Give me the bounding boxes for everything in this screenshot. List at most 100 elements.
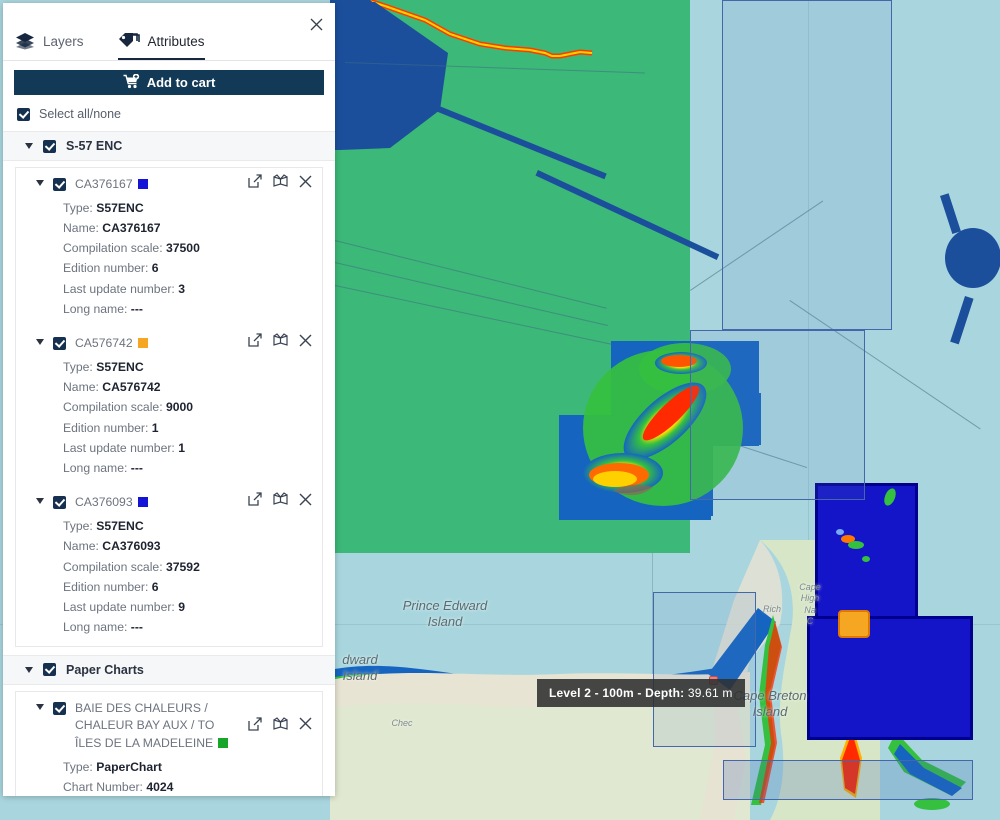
item-title: BAIE DES CHALEURS / CHALEUR BAY AUX / TO… bbox=[75, 700, 244, 753]
close-icon[interactable] bbox=[307, 15, 325, 33]
selection-rect[interactable] bbox=[723, 760, 973, 800]
attribute-label: Long name: bbox=[63, 461, 127, 475]
group-header-paper-charts[interactable]: Paper Charts bbox=[3, 655, 335, 685]
attribute-value: S57ENC bbox=[96, 201, 143, 215]
map-book-icon[interactable] bbox=[273, 333, 288, 347]
attribute-value: --- bbox=[131, 302, 143, 316]
attribute-label: Long name: bbox=[63, 302, 127, 316]
attribute-row: Type: S57ENC bbox=[63, 516, 322, 536]
layers-icon bbox=[15, 32, 35, 50]
attribute-value: 4024 bbox=[146, 780, 173, 794]
group-checkbox-paper-charts[interactable] bbox=[43, 663, 56, 676]
attribute-row: Edition number: 1 bbox=[63, 418, 322, 438]
chevron-down-icon[interactable] bbox=[25, 667, 33, 673]
open-external-icon[interactable] bbox=[248, 717, 262, 731]
map-label: Prince Edward Island bbox=[400, 598, 490, 631]
remove-icon[interactable] bbox=[299, 493, 312, 506]
list-item: CA376167 bbox=[16, 168, 322, 327]
remove-icon[interactable] bbox=[299, 717, 312, 730]
attribute-row: Chart Number: 4024 bbox=[63, 777, 322, 796]
selection-rect[interactable] bbox=[653, 592, 756, 747]
selection-rect[interactable] bbox=[690, 330, 865, 500]
attribute-row: Long name: --- bbox=[63, 617, 322, 637]
map-book-icon[interactable] bbox=[273, 492, 288, 506]
attributes-panel: Layers Attributes bbox=[3, 3, 335, 796]
chevron-down-icon[interactable] bbox=[36, 704, 44, 710]
item-header[interactable]: BAIE DES CHALEURS / CHALEUR BAY AUX / TO… bbox=[16, 696, 322, 755]
select-all-checkbox[interactable] bbox=[17, 108, 30, 121]
tags-icon bbox=[118, 32, 140, 50]
attribute-label: Type: bbox=[63, 519, 93, 533]
attribute-value: 6 bbox=[152, 580, 159, 594]
attribute-row: Compilation scale: 9000 bbox=[63, 397, 322, 417]
select-all-row[interactable]: Select all/none bbox=[3, 95, 335, 131]
open-external-icon[interactable] bbox=[248, 492, 262, 506]
tab-attributes[interactable]: Attributes bbox=[118, 32, 205, 60]
attribute-label: Long name: bbox=[63, 620, 127, 634]
color-swatch bbox=[138, 497, 148, 507]
attribute-label: Type: bbox=[63, 760, 93, 774]
attribute-value: CA376167 bbox=[102, 221, 160, 235]
tab-layers[interactable]: Layers bbox=[15, 32, 84, 60]
add-to-cart-button[interactable]: Add to cart bbox=[14, 70, 324, 95]
attribute-value: CA576742 bbox=[102, 380, 160, 394]
remove-icon[interactable] bbox=[299, 175, 312, 188]
deep-water-polygon bbox=[945, 225, 1000, 295]
item-actions bbox=[248, 492, 312, 506]
attribute-value: 9 bbox=[178, 600, 185, 614]
cart-plus-icon bbox=[123, 74, 140, 92]
open-external-icon[interactable] bbox=[248, 333, 262, 347]
attribute-label: Compilation scale: bbox=[63, 241, 163, 255]
item-header[interactable]: CA376093 bbox=[16, 490, 322, 514]
attribute-value: --- bbox=[131, 461, 143, 475]
group-header-s57-enc[interactable]: S-57 ENC bbox=[3, 131, 335, 161]
chevron-down-icon[interactable] bbox=[25, 143, 33, 149]
attribute-label: Type: bbox=[63, 201, 93, 215]
open-external-icon[interactable] bbox=[248, 174, 262, 188]
depth-tooltip: Level 2 - 100m - Depth: 39.61 m bbox=[537, 679, 745, 707]
item-title-text: BAIE DES CHALEURS / CHALEUR BAY AUX / TO… bbox=[75, 701, 214, 750]
select-all-label: Select all/none bbox=[39, 107, 121, 121]
item-title-text: CA376093 bbox=[75, 495, 133, 509]
attribute-value: S57ENC bbox=[96, 360, 143, 374]
map-book-icon[interactable] bbox=[273, 717, 288, 731]
item-actions bbox=[248, 333, 312, 347]
item-checkbox[interactable] bbox=[53, 178, 66, 191]
attribute-row: Long name: --- bbox=[63, 458, 322, 478]
item-checkbox[interactable] bbox=[53, 337, 66, 350]
attribute-value: --- bbox=[131, 620, 143, 634]
item-checkbox[interactable] bbox=[53, 496, 66, 509]
item-title: CA376093 bbox=[75, 494, 148, 512]
chevron-down-icon[interactable] bbox=[36, 498, 44, 504]
item-title-text: CA576742 bbox=[75, 336, 133, 350]
map-book-icon[interactable] bbox=[273, 174, 288, 188]
tooltip-depth-value: 39.61 m bbox=[688, 686, 733, 700]
attribute-value: 1 bbox=[178, 441, 185, 455]
item-actions bbox=[248, 717, 312, 731]
attribute-row: Compilation scale: 37500 bbox=[63, 238, 322, 258]
item-title: CA376167 bbox=[75, 176, 148, 194]
layer-list[interactable]: S-57 ENC CA376167 bbox=[3, 131, 335, 796]
selection-rect[interactable] bbox=[722, 0, 892, 330]
attribute-row: Edition number: 6 bbox=[63, 258, 322, 278]
attribute-label: Type: bbox=[63, 360, 93, 374]
attribute-label: Chart Number: bbox=[63, 780, 143, 794]
color-swatch bbox=[218, 738, 228, 748]
item-header[interactable]: CA576742 bbox=[16, 331, 322, 355]
attribute-row: Compilation scale: 37592 bbox=[63, 557, 322, 577]
remove-icon[interactable] bbox=[299, 334, 312, 347]
group-label-paper-charts: Paper Charts bbox=[66, 663, 144, 677]
group-checkbox-s57-enc[interactable] bbox=[43, 140, 56, 153]
item-checkbox[interactable] bbox=[53, 702, 66, 715]
attribute-value: CA376093 bbox=[102, 539, 160, 553]
attribute-label: Edition number: bbox=[63, 421, 148, 435]
chevron-down-icon[interactable] bbox=[36, 180, 44, 186]
attribute-value: S57ENC bbox=[96, 519, 143, 533]
group-body-s57-enc: CA376167 bbox=[15, 167, 323, 647]
list-item: BAIE DES CHALEURS / CHALEUR BAY AUX / TO… bbox=[16, 692, 322, 796]
item-header[interactable]: CA376167 bbox=[16, 172, 322, 196]
attribute-row: Long name: --- bbox=[63, 299, 322, 319]
chevron-down-icon[interactable] bbox=[36, 339, 44, 345]
attribute-label: Edition number: bbox=[63, 580, 148, 594]
island-features bbox=[818, 487, 918, 637]
